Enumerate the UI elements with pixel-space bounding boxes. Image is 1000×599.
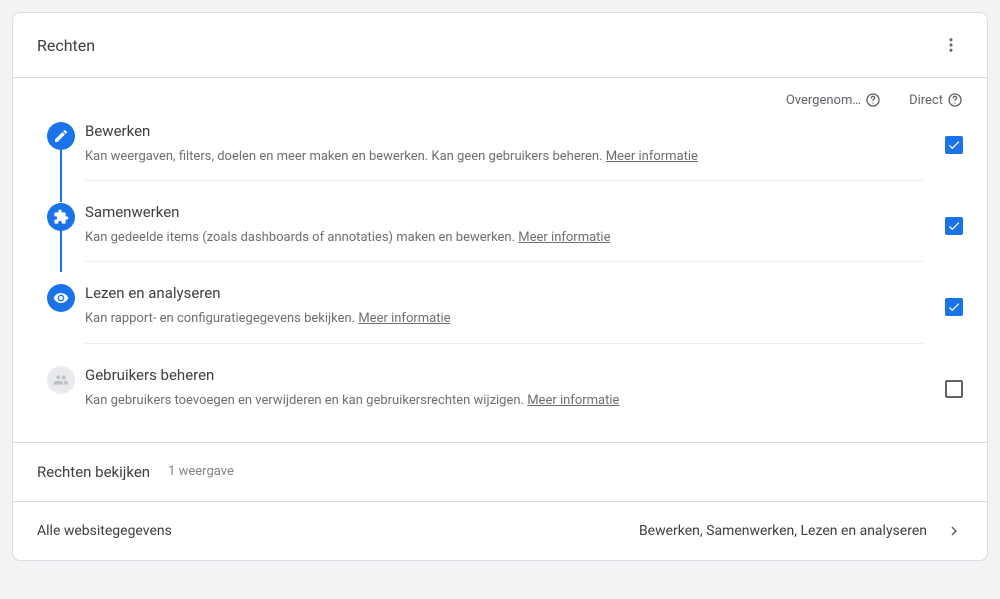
permission-text: Lezen en analyseren Kan rapport- en conf… [85, 284, 923, 343]
check-icon [947, 138, 961, 152]
card-title: Rechten [37, 36, 95, 55]
view-summary-wrap: Bewerken, Samenwerken, Lezen en analyser… [639, 522, 963, 540]
permissions-list: Bewerken Kan weergaven, filters, doelen … [13, 114, 987, 442]
view-permissions-title: Rechten bekijken [37, 463, 150, 481]
check-icon [947, 300, 961, 314]
view-permissions-count: 1 weergave [168, 464, 234, 479]
column-inherited-label: Overgenom… [786, 93, 861, 108]
permission-desc: Kan rapport- en configuratiegegevens bek… [85, 310, 923, 328]
permission-check-col [923, 366, 963, 398]
permission-title: Gebruikers beheren [85, 366, 923, 384]
view-name: Alle websitegegevens [37, 523, 172, 539]
checkbox-manage[interactable] [945, 380, 963, 398]
users-icon [47, 366, 75, 394]
checkbox-read[interactable] [945, 298, 963, 316]
permission-icon-col [37, 366, 85, 394]
permission-title: Samenwerken [85, 203, 923, 221]
puzzle-icon [47, 203, 75, 231]
help-icon[interactable] [947, 92, 963, 108]
permission-desc: Kan gebruikers toevoegen en verwijderen … [85, 392, 923, 410]
column-direct: Direct [909, 92, 963, 108]
help-icon[interactable] [865, 92, 881, 108]
permission-row-manage: Gebruikers beheren Kan gebruikers toevoe… [37, 358, 963, 438]
column-headers: Overgenom… Direct [13, 78, 987, 114]
checkbox-edit[interactable] [945, 136, 963, 154]
eye-icon [47, 284, 75, 312]
permission-row-collaborate: Samenwerken Kan gedeelde items (zoals da… [37, 195, 963, 276]
permission-desc: Kan gedeelde items (zoals dashboards of … [85, 229, 923, 247]
more-menu-button[interactable] [939, 33, 963, 57]
more-info-link[interactable]: Meer informatie [606, 149, 698, 164]
view-permissions-header: Rechten bekijken 1 weergave [13, 442, 987, 502]
permission-text: Gebruikers beheren Kan gebruikers toevoe… [85, 366, 923, 424]
more-info-link[interactable]: Meer informatie [527, 393, 619, 408]
permission-text: Samenwerken Kan gedeelde items (zoals da… [85, 203, 923, 262]
permission-check-col [923, 203, 963, 235]
card-header: Rechten [13, 13, 987, 78]
view-row[interactable]: Alle websitegegevens Bewerken, Samenwerk… [13, 502, 987, 560]
permission-row-read: Lezen en analyseren Kan rapport- en conf… [37, 276, 963, 357]
permission-icon-col [37, 203, 85, 231]
chevron-right-icon [945, 522, 963, 540]
permission-text: Bewerken Kan weergaven, filters, doelen … [85, 122, 923, 181]
permission-title: Lezen en analyseren [85, 284, 923, 302]
more-vert-icon [942, 36, 960, 54]
check-icon [947, 219, 961, 233]
more-info-link[interactable]: Meer informatie [518, 230, 610, 245]
column-inherited: Overgenom… [786, 92, 881, 108]
permission-title: Bewerken [85, 122, 923, 140]
permission-desc: Kan weergaven, filters, doelen en meer m… [85, 148, 923, 166]
permissions-card: Rechten Overgenom… Direct Bewerken Kan w… [12, 12, 988, 561]
permission-icon-col [37, 284, 85, 312]
permission-check-col [923, 122, 963, 154]
more-info-link[interactable]: Meer informatie [358, 311, 450, 326]
column-direct-label: Direct [909, 93, 943, 108]
view-summary: Bewerken, Samenwerken, Lezen en analyser… [639, 523, 927, 539]
pencil-icon [47, 122, 75, 150]
permission-icon-col [37, 122, 85, 150]
permission-row-edit: Bewerken Kan weergaven, filters, doelen … [37, 114, 963, 195]
checkbox-collaborate[interactable] [945, 217, 963, 235]
permission-check-col [923, 284, 963, 316]
